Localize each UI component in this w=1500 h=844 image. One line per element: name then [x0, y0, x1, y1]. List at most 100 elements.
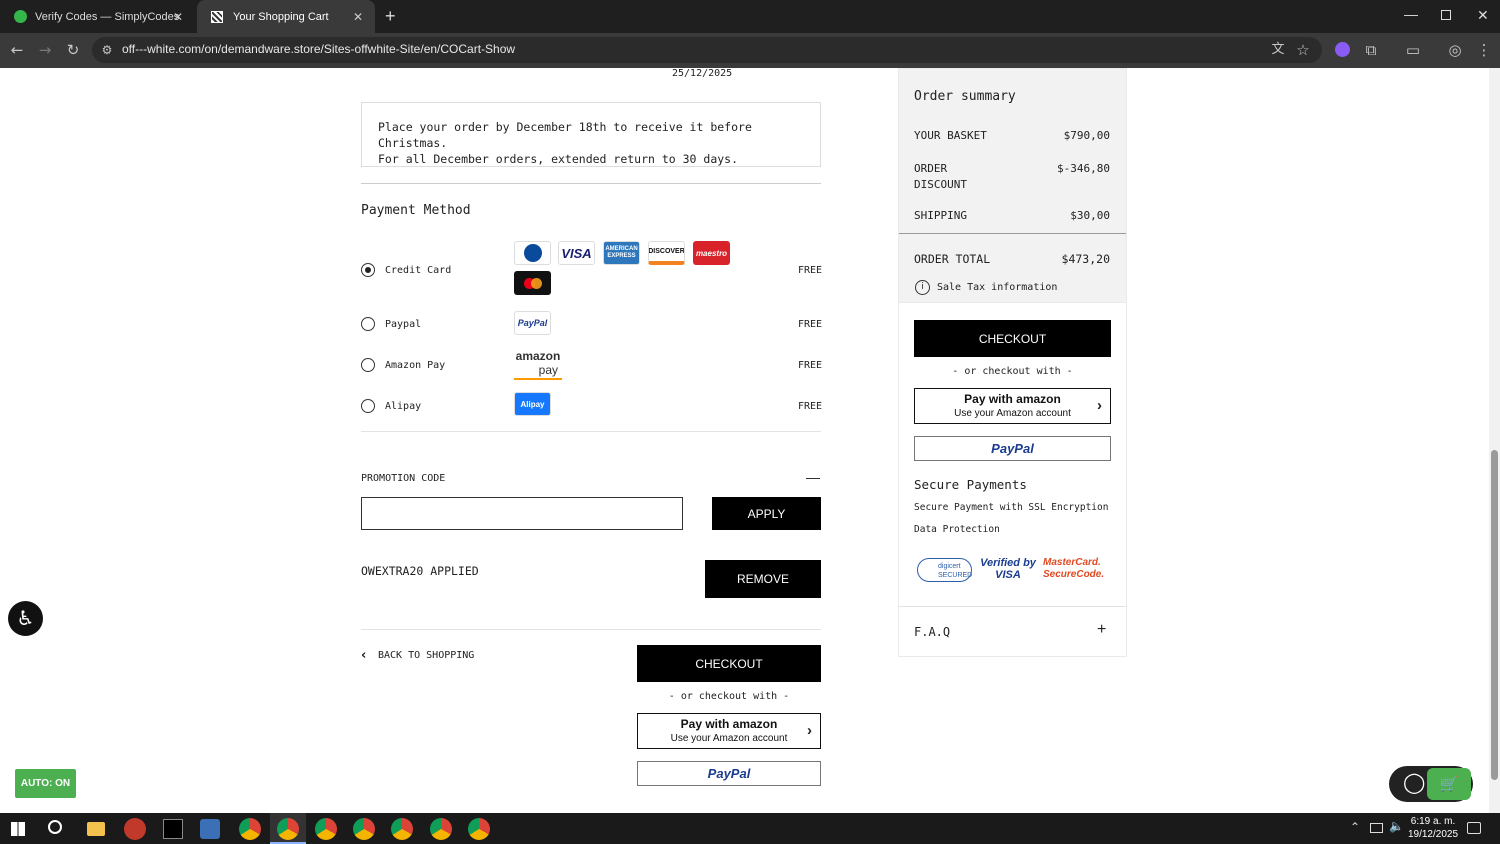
chrome-icon[interactable]	[277, 818, 299, 840]
pay-wordmark: pay	[538, 363, 558, 377]
maestro-logo: maestro	[693, 241, 730, 265]
tab-search-icon[interactable]: ▭	[1403, 40, 1423, 60]
scrollbar-thumb[interactable]	[1491, 450, 1498, 780]
faq-expand-icon[interactable]: +	[1097, 621, 1106, 639]
chrome-icon[interactable]	[353, 818, 375, 840]
data-protection-text: Data Protection	[914, 524, 1000, 535]
clock-time: 6:19 a. m.	[1410, 816, 1456, 827]
credit-card-label[interactable]: Credit Card	[385, 265, 451, 276]
info-icon[interactable]: i	[915, 280, 930, 295]
close-tab-icon[interactable]: ✕	[173, 10, 183, 24]
chrome-icon[interactable]	[468, 818, 490, 840]
close-tab-icon[interactable]: ✕	[353, 10, 363, 24]
minimize-icon[interactable]: —	[1404, 6, 1418, 22]
bookmark-star-icon[interactable]: ☆	[1293, 40, 1313, 60]
basket-row: YOUR BASKET $790,00	[914, 129, 1110, 142]
digicert-badge: digicert SECURED	[917, 558, 972, 582]
menu-icon[interactable]: ⋮	[1474, 40, 1494, 60]
tray-chevron-icon[interactable]: ⌃	[1350, 820, 1360, 834]
shipping-row: SHIPPING $30,00	[914, 209, 1110, 222]
total-row: ORDER TOTAL $473,20	[914, 252, 1110, 266]
chrome-icon[interactable]	[391, 818, 413, 840]
basket-label: YOUR BASKET	[914, 129, 987, 142]
paypal-radio[interactable]	[361, 317, 375, 331]
divider	[898, 606, 1127, 607]
amazon-pay-label[interactable]: Amazon Pay	[385, 360, 445, 371]
url-text[interactable]: off---white.com/on/demandware.store/Site…	[122, 42, 515, 56]
discount-row: ORDER DISCOUNT $-346,80	[914, 161, 1110, 193]
applied-code-text: OWEXTRA20 APPLIED	[361, 564, 479, 578]
auto-on-badge[interactable]: AUTO: ON	[15, 769, 76, 798]
sale-tax-link[interactable]: Sale Tax information	[937, 282, 1057, 293]
page-scrollbar[interactable]	[1489, 68, 1500, 813]
file-explorer-icon[interactable]	[87, 822, 105, 836]
credit-card-radio[interactable]	[361, 263, 375, 277]
alipay-radio[interactable]	[361, 399, 375, 413]
faq-label[interactable]: F.A.Q	[914, 625, 950, 639]
extension-icon[interactable]	[1335, 42, 1350, 57]
terminal-icon[interactable]	[163, 819, 183, 839]
app-icon[interactable]	[200, 819, 220, 839]
paypal-label[interactable]: Paypal	[385, 319, 421, 330]
restore-icon[interactable]	[1441, 10, 1451, 20]
mastercard-logo	[514, 271, 551, 295]
network-icon[interactable]	[1370, 823, 1383, 833]
amazon-pay-button[interactable]: Pay with amazon Use your Amazon account …	[637, 713, 821, 749]
mastercard-securecode-badge: MasterCard. SecureCode.	[1043, 557, 1105, 580]
tab-shopping-cart[interactable]: Your Shopping Cart ✕	[197, 0, 375, 33]
amazon-pay-price: FREE	[798, 360, 823, 371]
new-tab-icon[interactable]: +	[385, 6, 396, 27]
back-icon[interactable]: ←	[7, 40, 27, 60]
chrome-icon[interactable]	[239, 818, 261, 840]
promotion-code-input[interactable]	[361, 497, 683, 530]
windows-start-icon[interactable]	[11, 822, 25, 836]
system-clock[interactable]: 6:19 a. m. 19/12/2025	[1405, 815, 1461, 841]
apply-button[interactable]: APPLY	[712, 497, 821, 530]
volume-icon[interactable]: 🔈	[1389, 819, 1404, 833]
profile-icon[interactable]: ◎	[1445, 40, 1465, 60]
promotion-collapse-icon[interactable]: —	[806, 469, 820, 485]
checkout-button[interactable]: CHECKOUT	[637, 645, 821, 682]
search-icon[interactable]	[48, 820, 62, 834]
amazon-btn-line2: Use your Amazon account	[670, 733, 788, 744]
amazon-pay-logo: amazon pay	[514, 349, 562, 380]
tab-simplycodes[interactable]: Verify Codes — SimplyCodes ✕	[0, 0, 195, 33]
discover-logo: DISCOVER	[648, 241, 685, 265]
summary-paypal-button[interactable]: PayPal	[914, 436, 1111, 461]
paypal-btn-text: PayPal	[707, 766, 751, 781]
amazon-pay-radio[interactable]	[361, 358, 375, 372]
chrome-icon[interactable]	[430, 818, 452, 840]
browser-toolbar: ← → ↻ ⚙ off---white.com/on/demandware.st…	[0, 33, 1500, 68]
translate-icon[interactable]: 文	[1268, 40, 1288, 60]
site-info-icon[interactable]: ⚙	[97, 40, 117, 60]
summary-amazon-pay-button[interactable]: Pay with amazon Use your Amazon account …	[914, 388, 1111, 424]
app-icon[interactable]	[124, 818, 146, 840]
payment-method-title: Payment Method	[361, 203, 471, 218]
chat-widget[interactable]: ◯ 🛒	[1389, 766, 1473, 802]
divider	[361, 629, 821, 630]
christmas-notice: Place your order by December 18th to rec…	[361, 102, 821, 167]
back-to-shopping-link[interactable]: BACK TO SHOPPING	[378, 650, 474, 661]
forward-icon[interactable]: →	[35, 40, 55, 60]
simplycodes-favicon-icon	[14, 10, 27, 23]
reload-icon[interactable]: ↻	[63, 40, 83, 60]
notifications-icon[interactable]	[1467, 822, 1481, 834]
clock-date: 19/12/2025	[1407, 829, 1459, 840]
cart-icon: 🛒	[1427, 768, 1471, 800]
remove-button[interactable]: REMOVE	[705, 560, 821, 598]
close-window-icon[interactable]: ✕	[1477, 7, 1489, 24]
paypal-button[interactable]: PayPal	[637, 761, 821, 786]
paypal-btn-text: PayPal	[991, 441, 1034, 456]
diners-club-logo	[514, 241, 551, 265]
order-summary-title: Order summary	[914, 89, 1016, 104]
total-label: ORDER TOTAL	[914, 252, 991, 266]
chrome-icon[interactable]	[315, 818, 337, 840]
alipay-price: FREE	[798, 401, 823, 412]
summary-checkout-button[interactable]: CHECKOUT	[914, 320, 1111, 357]
chevron-left-icon[interactable]: ‹	[361, 648, 366, 663]
alipay-label[interactable]: Alipay	[385, 401, 421, 412]
discount-value: $-346,80	[1057, 162, 1110, 175]
accessibility-icon[interactable]: ♿	[8, 601, 43, 636]
extensions-puzzle-icon[interactable]: ⧉	[1361, 40, 1381, 60]
shipping-value: $30,00	[1070, 209, 1110, 222]
